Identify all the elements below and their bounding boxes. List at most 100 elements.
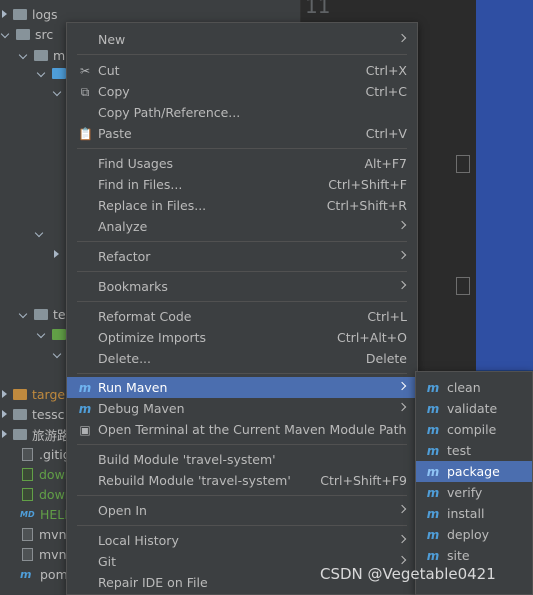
maven-goal-validate[interactable]: m validate — [416, 398, 532, 419]
menu-item-build-module[interactable]: Build Module 'travel-system' — [67, 449, 417, 470]
maven-goal-icon: m — [426, 402, 440, 416]
collapse-arrow-icon[interactable] — [38, 330, 46, 338]
context-menu: New ✂ Cut Ctrl+X ⧉ Copy Ctrl+C Copy Path/R… — [66, 22, 418, 595]
expand-arrow-icon[interactable] — [2, 390, 7, 398]
maven-goal-icon: m — [426, 486, 440, 500]
menu-item-new[interactable]: New — [67, 29, 417, 50]
tree-item-src[interactable]: src — [2, 24, 53, 44]
submenu-arrow-icon — [397, 504, 407, 514]
folder-icon — [13, 388, 27, 400]
tree-item-target[interactable]: targe — [2, 384, 65, 404]
expand-arrow-icon[interactable] — [2, 10, 7, 18]
expand-arrow-icon[interactable] — [2, 410, 7, 418]
tree-item-sub[interactable] — [54, 244, 65, 264]
tree-label: src — [35, 26, 54, 42]
maven-goal-install[interactable]: m install — [416, 503, 532, 524]
fold-marker-icon[interactable] — [456, 277, 470, 295]
submenu-arrow-icon — [397, 402, 407, 412]
collapse-arrow-icon[interactable] — [38, 69, 46, 77]
collapse-arrow-icon[interactable] — [54, 350, 62, 358]
tree-item-gitignore[interactable]: .gitig — [22, 444, 71, 464]
menu-item-copy[interactable]: ⧉ Copy Ctrl+C — [67, 81, 417, 102]
tree-item-logs[interactable]: logs — [2, 4, 58, 24]
tree-item-download2[interactable]: dowr — [22, 484, 70, 504]
expand-arrow-icon[interactable] — [2, 430, 7, 438]
maven-goal-compile[interactable]: m compile — [416, 419, 532, 440]
menu-item-replace-in-files[interactable]: Replace in Files... Ctrl+Shift+R — [67, 195, 417, 216]
tree-item-travel[interactable]: 旅游路 — [2, 424, 70, 444]
submenu-arrow-icon — [397, 381, 407, 391]
menu-item-open-in[interactable]: Open In — [67, 500, 417, 521]
menu-item-refactor[interactable]: Refactor — [67, 246, 417, 267]
collapse-arrow-icon[interactable] — [2, 30, 10, 38]
tree-item-pom[interactable]: m pom — [20, 564, 68, 584]
maven-goal-icon: m — [426, 507, 440, 521]
tree-item-help[interactable]: MD HELP — [20, 504, 72, 524]
scissors-icon: ✂ — [79, 64, 91, 78]
maven-goal-verify[interactable]: m verify — [416, 482, 532, 503]
maven-debug-icon: m — [78, 402, 92, 416]
folder-icon — [13, 408, 27, 420]
watermark: CSDN @Vegetable0421 — [320, 565, 496, 583]
collapse-arrow-icon[interactable] — [20, 51, 28, 59]
collapse-arrow-icon[interactable] — [54, 88, 62, 96]
submenu-arrow-icon — [397, 220, 407, 230]
file-icon — [22, 527, 33, 541]
maven-goal-test[interactable]: m test — [416, 440, 532, 461]
collapse-arrow-icon[interactable] — [20, 310, 28, 318]
maven-goal-icon: m — [426, 528, 440, 542]
markdown-icon: MD — [20, 509, 35, 519]
maven-goal-deploy[interactable]: m deploy — [416, 524, 532, 545]
menu-item-optimize-imports[interactable]: Optimize Imports Ctrl+Alt+O — [67, 327, 417, 348]
expand-arrow-icon[interactable] — [54, 250, 59, 258]
menu-item-open-terminal[interactable]: ▣ Open Terminal at the Current Maven Mod… — [67, 419, 417, 440]
menu-item-find-usages[interactable]: Find Usages Alt+F7 — [67, 153, 417, 174]
file-icon — [22, 487, 33, 501]
menu-item-reformat-code[interactable]: Reformat Code Ctrl+L — [67, 306, 417, 327]
maven-goal-icon: m — [426, 381, 440, 395]
menu-item-delete[interactable]: Delete... Delete — [67, 348, 417, 369]
folder-icon — [34, 49, 48, 61]
menu-item-find-in-files[interactable]: Find in Files... Ctrl+Shift+F — [67, 174, 417, 195]
menu-item-analyze[interactable]: Analyze — [67, 216, 417, 237]
menu-item-paste[interactable]: 📋 Paste Ctrl+V — [67, 123, 417, 144]
tree-label: te — [53, 306, 66, 322]
maven-goal-package[interactable]: m package — [416, 461, 532, 482]
maven-goal-icon: m — [426, 423, 440, 437]
tree-label: 旅游路 — [32, 427, 70, 443]
tree-item-resources[interactable] — [36, 223, 50, 243]
tree-item-test[interactable]: te — [20, 304, 66, 324]
collapse-arrow-icon[interactable] — [36, 229, 44, 237]
tree-label: m — [53, 47, 66, 63]
terminal-icon: ▣ — [79, 423, 91, 437]
tree-item-download1[interactable]: dowr — [22, 464, 70, 484]
menu-item-run-maven[interactable]: m Run Maven — [67, 377, 417, 398]
tree-label: targe — [32, 386, 66, 402]
menu-item-debug-maven[interactable]: m Debug Maven — [67, 398, 417, 419]
tree-item-main[interactable]: m — [20, 45, 65, 65]
submenu-arrow-icon — [397, 280, 407, 290]
folder-icon — [34, 308, 48, 320]
maven-goal-clean[interactable]: m clean — [416, 377, 532, 398]
maven-goal-icon: m — [426, 444, 440, 458]
maven-run-icon: m — [78, 381, 92, 395]
tree-label: logs — [32, 6, 58, 22]
menu-item-copy-path[interactable]: Copy Path/Reference... — [67, 102, 417, 123]
maven-goal-site[interactable]: m site — [416, 545, 532, 566]
folder-icon — [13, 428, 27, 440]
fold-marker-icon[interactable] — [456, 155, 470, 173]
tree-item-tessc[interactable]: tessc — [2, 404, 65, 424]
maven-submenu: m clean m validate m compile m test m pa… — [415, 371, 533, 595]
menu-item-rebuild-module[interactable]: Rebuild Module 'travel-system' Ctrl+Shift… — [67, 470, 417, 491]
maven-icon: m — [20, 567, 32, 581]
menu-item-bookmarks[interactable]: Bookmarks — [67, 276, 417, 297]
menu-item-local-history[interactable]: Local History — [67, 530, 417, 551]
maven-goal-icon: m — [426, 465, 440, 479]
folder-icon — [13, 8, 27, 20]
copy-icon: ⧉ — [80, 85, 90, 99]
source-folder-icon — [52, 67, 66, 79]
menu-item-cut[interactable]: ✂ Cut Ctrl+X — [67, 60, 417, 81]
selection-highlight — [476, 0, 533, 370]
folder-icon — [16, 28, 30, 40]
submenu-arrow-icon — [397, 555, 407, 565]
